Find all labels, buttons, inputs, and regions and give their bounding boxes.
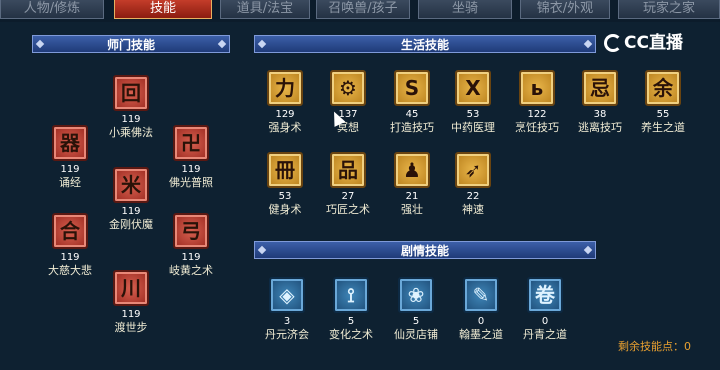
sect-skill: 器 119 诵经 <box>40 125 100 190</box>
sect-skills-header: 师门技能 <box>32 35 230 53</box>
life-skill: 冊 53 健身术 <box>255 152 315 217</box>
transformation-icon[interactable]: ⟟ <box>333 277 369 313</box>
remaining-skill-points: 剩余技能点：0 <box>618 340 691 353</box>
plot-skill: ❀ 5 仙灵店铺 <box>386 277 446 342</box>
body-strength-icon[interactable]: 力 <box>267 70 303 106</box>
tab-items[interactable]: 道具/法宝 <box>220 0 310 19</box>
life-skill: ь 122 烹饪技巧 <box>507 70 567 135</box>
tab-bar: 人物/修炼 技能 道具/法宝 召唤兽/孩子 坐骑 锦衣/外观 玩家之家 <box>0 0 720 22</box>
health-cultivation-icon[interactable]: 余 <box>645 70 681 106</box>
medicine-art-icon[interactable]: 弓 <box>173 213 209 249</box>
sect-skill: 弓 119 岐黄之术 <box>161 213 221 278</box>
tab-mount[interactable]: 坐骑 <box>418 0 512 19</box>
plot-skill: ⟟ 5 变化之术 <box>321 277 381 342</box>
meditation-icon[interactable]: ⚙ <box>330 70 366 106</box>
herbal-medicine-icon[interactable]: X <box>455 70 491 106</box>
life-skill: ♟ 21 强壮 <box>382 152 442 217</box>
plot-skills-header: 剧情技能 <box>254 241 596 259</box>
life-skill: X 53 中药医理 <box>443 70 503 135</box>
life-skills-header: 生活技能 <box>254 35 596 53</box>
life-skill: 力 129 强身术 <box>255 70 315 135</box>
cc-live-logo: CC直播 <box>604 28 683 53</box>
plot-skill: ◈ 3 丹元济会 <box>257 277 317 342</box>
forging-icon[interactable]: S <box>394 70 430 106</box>
life-skill: 品 27 巧匠之术 <box>318 152 378 217</box>
life-skill: 余 55 养生之道 <box>633 70 693 135</box>
strongman-icon[interactable]: ♟ <box>394 152 430 188</box>
life-skill: ➶ 22 神速 <box>443 152 503 217</box>
tab-outfit[interactable]: 锦衣/外观 <box>520 0 610 19</box>
tab-summon[interactable]: 召唤兽/孩子 <box>316 0 410 19</box>
life-skill: ⚙ 137 冥想 <box>318 70 378 135</box>
fitness-icon[interactable]: 冊 <box>267 152 303 188</box>
escape-icon[interactable]: 忌 <box>582 70 618 106</box>
ink-brush-icon[interactable]: ✎ <box>463 277 499 313</box>
buddha-light-icon[interactable]: 卍 <box>173 125 209 161</box>
world-step-icon[interactable]: 川 <box>113 270 149 306</box>
life-skill: S 45 打造技巧 <box>382 70 442 135</box>
great-compassion-icon[interactable]: 合 <box>52 213 88 249</box>
tab-skills[interactable]: 技能 <box>114 0 212 19</box>
elixir-icon[interactable]: ◈ <box>269 277 305 313</box>
swiftness-icon[interactable]: ➶ <box>455 152 491 188</box>
sect-skill: 合 119 大慈大悲 <box>40 213 100 278</box>
plot-skill: ✎ 0 翰墨之道 <box>451 277 511 342</box>
vajra-icon[interactable]: 米 <box>113 167 149 203</box>
plot-skill: 卷 0 丹青之道 <box>515 277 575 342</box>
sect-skill: 卍 119 佛光普照 <box>161 125 221 190</box>
painting-scroll-icon[interactable]: 卷 <box>527 277 563 313</box>
cooking-icon[interactable]: ь <box>519 70 555 106</box>
spirit-shop-icon[interactable]: ❀ <box>398 277 434 313</box>
sect-skill: 米 119 金刚伏魔 <box>101 167 161 232</box>
cc-logo-icon <box>604 34 622 52</box>
sutra-chant-icon[interactable]: 器 <box>52 125 88 161</box>
tab-character[interactable]: 人物/修炼 <box>0 0 104 19</box>
small-vehicle-dharma-icon[interactable]: 回 <box>113 75 149 111</box>
sect-skill: 回 119 小乘佛法 <box>101 75 161 140</box>
tab-home[interactable]: 玩家之家 <box>618 0 720 19</box>
sect-skill: 川 119 渡世步 <box>101 270 161 335</box>
craftsmanship-icon[interactable]: 品 <box>330 152 366 188</box>
life-skill: 忌 38 逃离技巧 <box>570 70 630 135</box>
